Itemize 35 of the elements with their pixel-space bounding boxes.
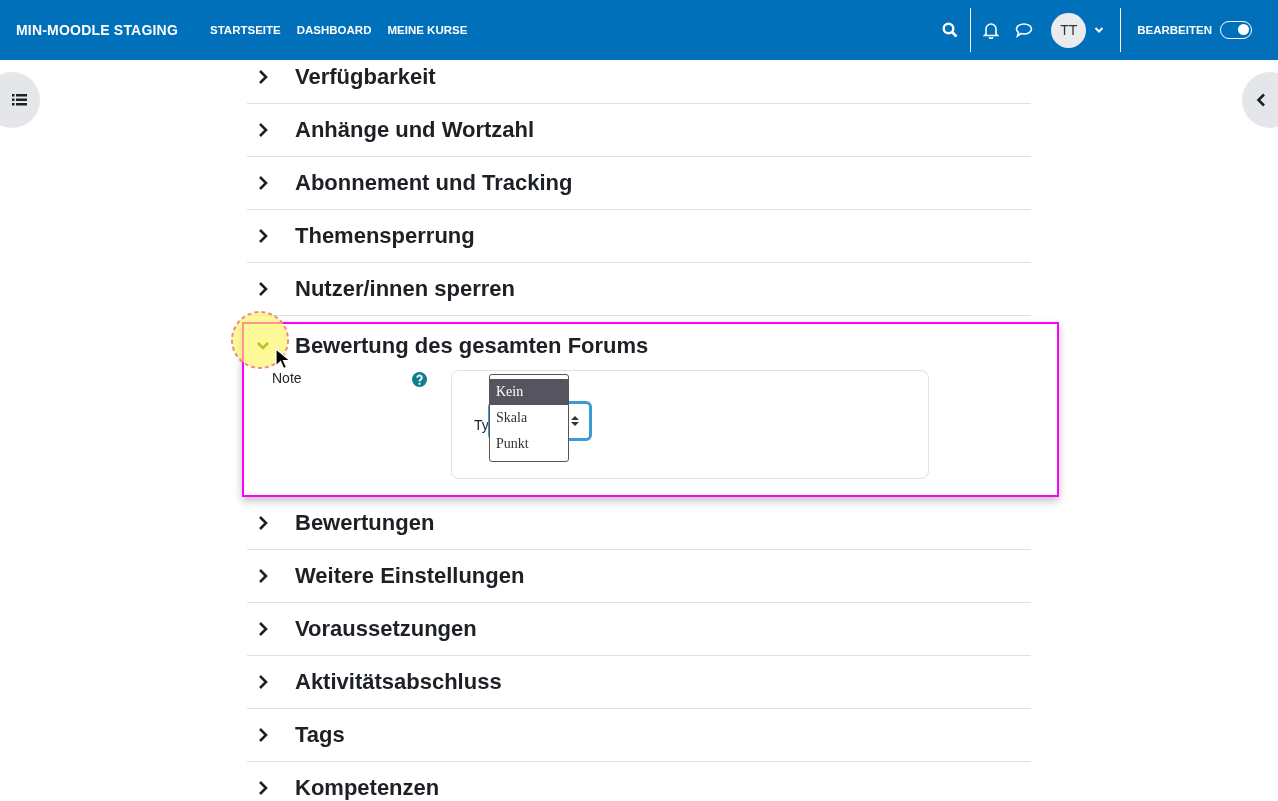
site-name[interactable]: MIN-MOODLE STAGING: [16, 22, 178, 38]
bell-icon[interactable]: [983, 21, 1000, 39]
edit-mode-label: BEARBEITEN: [1137, 24, 1212, 36]
field-label: Ty: [474, 417, 489, 433]
nav-link[interactable]: DASHBOARD: [296, 24, 372, 36]
search-icon[interactable]: [942, 22, 959, 38]
field-label: Note: [271, 370, 303, 388]
list-icon: [12, 94, 27, 106]
nav-link[interactable]: STARTSEITE: [210, 24, 281, 36]
spinner-arrows-icon: [571, 415, 579, 427]
section-heading[interactable]: Anhänge und Wortzahl: [295, 118, 535, 142]
section-heading[interactable]: Kompetenzen: [295, 776, 440, 800]
help-icon[interactable]: [412, 372, 427, 387]
section-heading[interactable]: Tags: [295, 723, 345, 747]
section-heading[interactable]: Nutzer/innen sperren: [295, 277, 516, 301]
chevron-left-icon: [1256, 93, 1266, 107]
edit-mode-toggle[interactable]: [1220, 21, 1252, 39]
section-heading[interactable]: Themensperrung: [295, 224, 475, 248]
section-heading[interactable]: Verfügbarkeit: [295, 65, 436, 89]
caret-icon[interactable]: [1094, 26, 1105, 34]
dropdown-option[interactable]: Punkt: [490, 431, 568, 457]
course-index-button[interactable]: [0, 72, 40, 128]
dropdown-option[interactable]: Skala: [490, 405, 568, 431]
click-highlight-icon: [230, 310, 290, 370]
section-heading[interactable]: Voraussetzungen: [295, 617, 477, 641]
chat-bubble-icon[interactable]: [1015, 22, 1034, 38]
cursor-icon: [275, 348, 291, 370]
section-heading[interactable]: Aktivitätsabschluss: [295, 670, 502, 694]
section-heading[interactable]: Abonnement und Tracking: [295, 171, 573, 195]
user-avatar[interactable]: TT: [1051, 12, 1087, 48]
dropdown-option[interactable]: Kein: [490, 379, 568, 405]
nav-link[interactable]: MEINE KURSE: [387, 24, 468, 36]
section-heading[interactable]: Bewertungen: [295, 511, 435, 535]
section-heading[interactable]: Bewertung des gesamten Forums: [295, 334, 649, 358]
section-heading[interactable]: Weitere Einstellungen: [295, 564, 525, 588]
